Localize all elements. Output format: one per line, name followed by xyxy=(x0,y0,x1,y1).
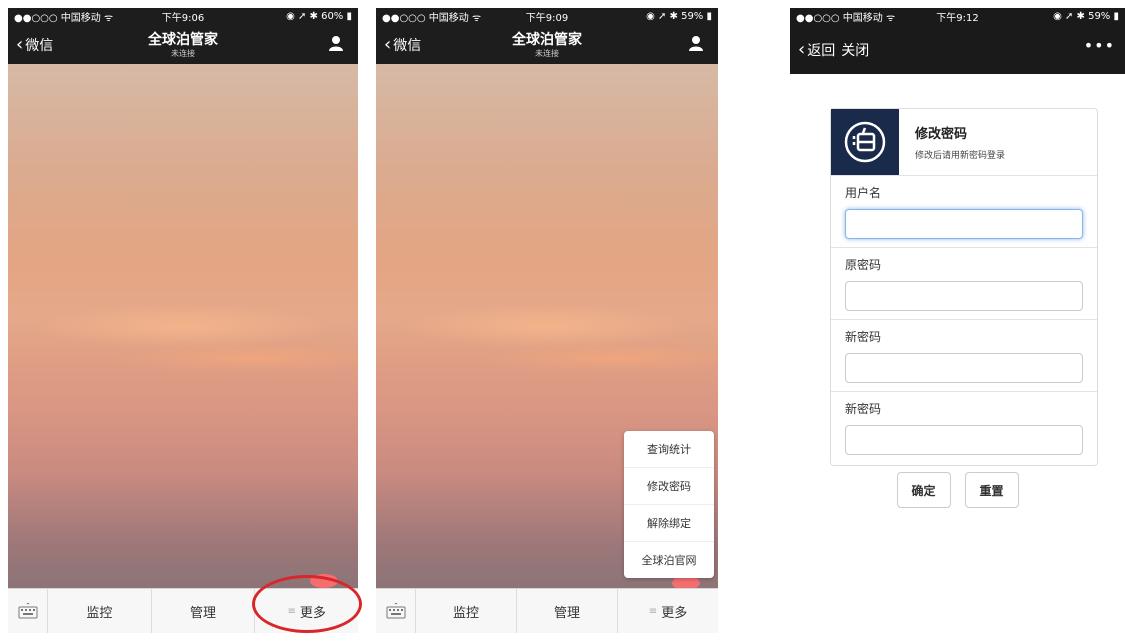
tab-monitor[interactable]: 监控 xyxy=(48,589,152,633)
battery-status: ◉ ➚ ✱ 60% ▮ xyxy=(286,10,352,22)
bottom-tab-bar: 监控 管理 ≡ 更多 xyxy=(376,588,718,633)
status-bar: ●●○○○ 中国移动 ᯤ 下午9:12 ◉ ➚ ✱ 59% ▮ xyxy=(790,8,1125,24)
field-new-password: 新密码 xyxy=(831,320,1097,392)
tab-more[interactable]: ≡ 更多 xyxy=(618,589,718,633)
keyboard-toggle-button[interactable] xyxy=(376,589,416,633)
field-old-password: 原密码 xyxy=(831,248,1097,320)
page-title: 全球泊管家 xyxy=(512,32,582,48)
nav-bar: ‹ 微信 全球泊管家 未连接 xyxy=(376,24,718,64)
menu-lines-icon: ≡ xyxy=(648,605,658,617)
carrier-signal: ●●○○○ 中国移动 ᯤ xyxy=(14,12,114,24)
battery-status: ◉ ➚ ✱ 59% ▮ xyxy=(646,10,712,22)
connection-status: 未连接 xyxy=(171,49,195,58)
new-password-label: 新密码 xyxy=(845,330,882,344)
back-label: 返回 xyxy=(807,43,836,59)
tab-manage[interactable]: 管理 xyxy=(152,589,256,633)
new-password-input[interactable] xyxy=(845,353,1083,383)
menu-item-unbind[interactable]: 解除绑定 xyxy=(624,505,714,542)
nav-bar: ‹ 返回 关闭 ••• xyxy=(790,24,1125,74)
phone-screen-3: ●●○○○ 中国移动 ᯤ 下午9:12 ◉ ➚ ✱ 59% ▮ ‹ 返回 关闭 … xyxy=(790,8,1125,633)
user-icon[interactable] xyxy=(688,35,704,51)
tab-manage[interactable]: 管理 xyxy=(517,589,618,633)
more-options-icon[interactable]: ••• xyxy=(1084,36,1115,55)
old-password-input[interactable] xyxy=(845,281,1083,311)
carrier-signal: ●●○○○ 中国移动 ᯤ xyxy=(796,12,896,24)
tab-monitor[interactable]: 监控 xyxy=(416,589,517,633)
form-header: 修改密码 修改后请用新密码登录 xyxy=(831,109,1097,176)
status-bar: ●●○○○ 中国移动 ᯤ 下午9:06 ◉ ➚ ✱ 60% ▮ xyxy=(8,8,358,24)
carrier-signal: ●●○○○ 中国移动 ᯤ xyxy=(382,12,482,24)
username-label: 用户名 xyxy=(845,186,882,200)
change-password-form: 修改密码 修改后请用新密码登录 用户名 原密码 新密码 新密码 xyxy=(830,108,1098,466)
page-title: 全球泊管家 xyxy=(148,32,218,48)
confirm-password-label: 新密码 xyxy=(845,402,882,416)
tab-more-label: 更多 xyxy=(661,605,688,621)
menu-item-change-password[interactable]: 修改密码 xyxy=(624,468,714,505)
username-input[interactable] xyxy=(845,209,1083,239)
form-title: 修改密码 xyxy=(915,127,968,142)
confirm-button[interactable]: 确定 xyxy=(896,472,951,508)
confirm-password-input[interactable] xyxy=(845,425,1083,455)
phone-screen-2: ●●○○○ 中国移动 ᯤ 下午9:09 ◉ ➚ ✱ 59% ▮ ‹ 微信 全球泊… xyxy=(376,8,718,633)
nav-bar: ‹ 微信 全球泊管家 未连接 xyxy=(8,24,358,64)
keyboard-toggle-button[interactable] xyxy=(8,589,48,633)
parking-logo-icon xyxy=(844,121,886,163)
phone-screen-1: ●●○○○ 中国移动 ᯤ 下午9:06 ◉ ➚ ✱ 60% ▮ ‹ 微信 全球泊… xyxy=(8,8,358,633)
old-password-label: 原密码 xyxy=(845,258,882,272)
reset-button[interactable]: 重置 xyxy=(964,472,1019,508)
more-menu-popup: 查询统计 修改密码 解除绑定 全球泊官网 xyxy=(624,431,714,578)
connection-status: 未连接 xyxy=(535,49,559,58)
keyboard-icon xyxy=(386,603,405,619)
chevron-left-icon: ‹ xyxy=(798,39,806,60)
menu-item-official-site[interactable]: 全球泊官网 xyxy=(624,542,714,578)
battery-status: ◉ ➚ ✱ 59% ▮ xyxy=(1053,10,1119,22)
menu-item-query-stats[interactable]: 查询统计 xyxy=(624,431,714,468)
form-actions: 确定 重置 xyxy=(790,472,1125,508)
annotation-circle xyxy=(252,575,362,633)
field-confirm-password: 新密码 xyxy=(831,392,1097,464)
form-subtitle: 修改后请用新密码登录 xyxy=(915,151,1006,161)
status-bar: ●●○○○ 中国移动 ᯤ 下午9:09 ◉ ➚ ✱ 59% ▮ xyxy=(376,8,718,24)
nav-left-group: ‹ 返回 关闭 xyxy=(798,40,869,60)
close-button[interactable]: 关闭 xyxy=(841,40,869,60)
keyboard-icon xyxy=(18,603,37,619)
back-button[interactable]: ‹ 返回 xyxy=(798,40,835,60)
user-icon[interactable] xyxy=(328,35,344,51)
background-image xyxy=(8,64,358,589)
field-username: 用户名 xyxy=(831,176,1097,248)
brand-logo xyxy=(831,109,899,175)
